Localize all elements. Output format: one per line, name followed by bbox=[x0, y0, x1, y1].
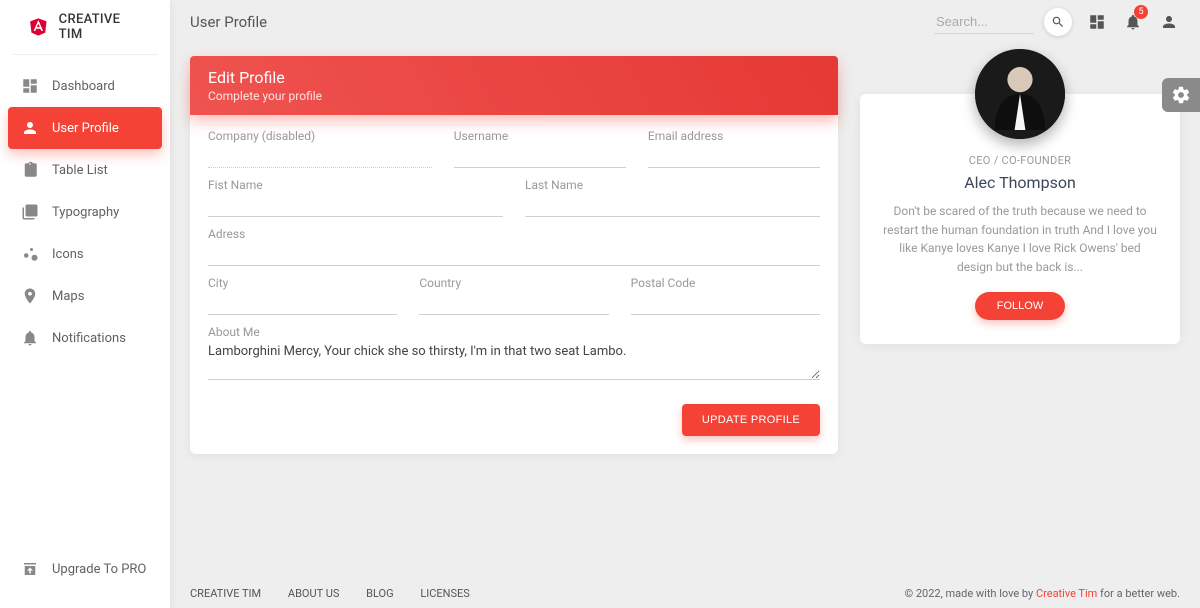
sidebar-item-icons[interactable]: Icons bbox=[8, 233, 162, 275]
sidebar-item-label: Table List bbox=[52, 163, 108, 178]
last-name-input[interactable] bbox=[525, 195, 820, 217]
username-input[interactable] bbox=[454, 146, 626, 168]
brand-name: CREATIVE TIM bbox=[59, 12, 142, 42]
profile-name: Alec Thompson bbox=[882, 173, 1158, 192]
sidebar-item-label: Notifications bbox=[52, 331, 126, 346]
footer-link[interactable]: CREATIVE TIM bbox=[190, 587, 261, 600]
search-button[interactable] bbox=[1044, 8, 1072, 36]
settings-gear[interactable] bbox=[1162, 78, 1200, 112]
footer-text: © 2022, made with love by bbox=[905, 587, 1036, 600]
notification-badge: 5 bbox=[1134, 5, 1148, 19]
sidebar-item-label: Upgrade To PRO bbox=[52, 562, 146, 577]
sidebar-item-user-profile[interactable]: User Profile bbox=[8, 107, 162, 149]
country-input[interactable] bbox=[419, 293, 608, 315]
footer-text: for a better web. bbox=[1097, 587, 1180, 600]
address-input[interactable] bbox=[208, 244, 820, 266]
address-field: Adress bbox=[208, 227, 820, 266]
field-label: Username bbox=[454, 129, 626, 146]
profile-card: CEO / CO-FOUNDER Alec Thompson Don't be … bbox=[860, 94, 1180, 344]
search bbox=[934, 10, 1034, 34]
about-input[interactable] bbox=[208, 342, 820, 380]
sidebar-item-typography[interactable]: Typography bbox=[8, 191, 162, 233]
field-label: About Me bbox=[208, 325, 820, 342]
card-title: Edit Profile bbox=[208, 68, 820, 87]
postal-field: Postal Code bbox=[631, 276, 820, 315]
account-button[interactable] bbox=[1158, 11, 1180, 33]
sidebar-item-notifications[interactable]: Notifications bbox=[8, 317, 162, 359]
main: User Profile 5 Edit Profile Complete you… bbox=[170, 0, 1200, 608]
field-label: Country bbox=[419, 276, 608, 293]
search-input[interactable] bbox=[934, 10, 1034, 33]
sidebar-item-label: Dashboard bbox=[52, 79, 115, 94]
person-icon bbox=[20, 118, 40, 138]
email-field: Email address bbox=[648, 129, 820, 168]
sidebar-item-upgrade[interactable]: Upgrade To PRO bbox=[8, 548, 162, 590]
field-label: Last Name bbox=[525, 178, 820, 195]
location-icon bbox=[20, 286, 40, 306]
topbar: User Profile 5 bbox=[170, 0, 1200, 44]
footer-link[interactable]: LICENSES bbox=[420, 587, 470, 600]
card-subtitle: Complete your profile bbox=[208, 89, 820, 103]
profile-description: Don't be scared of the truth because we … bbox=[882, 202, 1158, 276]
avatar-photo bbox=[975, 49, 1065, 139]
grid-icon bbox=[1088, 13, 1106, 31]
sidebar-nav: Dashboard User Profile Table List Typogr… bbox=[0, 65, 170, 538]
update-profile-button[interactable]: UPDATE PROFILE bbox=[682, 404, 820, 436]
field-label: City bbox=[208, 276, 397, 293]
field-label: Fist Name bbox=[208, 178, 503, 195]
sidebar-item-label: Maps bbox=[52, 289, 84, 304]
notifications-button[interactable]: 5 bbox=[1122, 11, 1144, 33]
sidebar-item-label: Typography bbox=[52, 205, 119, 220]
about-field: About Me bbox=[208, 325, 820, 384]
bubble-icon bbox=[20, 244, 40, 264]
sidebar: CREATIVE TIM Dashboard User Profile Tabl… bbox=[0, 0, 170, 608]
footer-links: CREATIVE TIM ABOUT US BLOG LICENSES bbox=[190, 587, 494, 600]
first-name-input[interactable] bbox=[208, 195, 503, 217]
postal-input[interactable] bbox=[631, 293, 820, 315]
footer-brand-link[interactable]: Creative Tim bbox=[1036, 587, 1097, 600]
card-body: Company (disabled) Username Email addres… bbox=[190, 115, 838, 454]
footer-link[interactable]: BLOG bbox=[366, 587, 394, 600]
field-label: Adress bbox=[208, 227, 820, 244]
follow-button[interactable]: FOLLOW bbox=[975, 292, 1065, 320]
last-name-field: Last Name bbox=[525, 178, 820, 217]
page-title: User Profile bbox=[190, 13, 934, 31]
angular-icon bbox=[28, 16, 49, 38]
dashboard-icon bbox=[20, 76, 40, 96]
profile-role: CEO / CO-FOUNDER bbox=[882, 154, 1158, 167]
footer-link[interactable]: ABOUT US bbox=[288, 587, 339, 600]
sidebar-item-label: User Profile bbox=[52, 121, 119, 136]
field-label: Postal Code bbox=[631, 276, 820, 293]
username-field: Username bbox=[454, 129, 626, 168]
person-icon bbox=[1160, 13, 1178, 31]
sidebar-item-maps[interactable]: Maps bbox=[8, 275, 162, 317]
company-input bbox=[208, 146, 432, 168]
brand-logo[interactable]: CREATIVE TIM bbox=[12, 0, 158, 55]
sidebar-item-dashboard[interactable]: Dashboard bbox=[8, 65, 162, 107]
city-field: City bbox=[208, 276, 397, 315]
sidebar-item-label: Icons bbox=[52, 247, 84, 262]
avatar bbox=[975, 49, 1065, 139]
bell-icon bbox=[20, 328, 40, 348]
country-field: Country bbox=[419, 276, 608, 315]
clipboard-icon bbox=[20, 160, 40, 180]
sidebar-item-table-list[interactable]: Table List bbox=[8, 149, 162, 191]
footer-copyright: © 2022, made with love by Creative Tim f… bbox=[905, 587, 1181, 600]
gear-icon bbox=[1171, 85, 1191, 105]
card-header: Edit Profile Complete your profile bbox=[190, 56, 838, 115]
email-input[interactable] bbox=[648, 146, 820, 168]
content: Edit Profile Complete your profile Compa… bbox=[170, 44, 1200, 578]
city-input[interactable] bbox=[208, 293, 397, 315]
edit-profile-card: Edit Profile Complete your profile Compa… bbox=[190, 74, 838, 454]
company-field: Company (disabled) bbox=[208, 129, 432, 168]
field-label: Email address bbox=[648, 129, 820, 146]
library-icon bbox=[20, 202, 40, 222]
first-name-field: Fist Name bbox=[208, 178, 503, 217]
field-label: Company (disabled) bbox=[208, 129, 432, 146]
dashboard-toggle[interactable] bbox=[1086, 11, 1108, 33]
unarchive-icon bbox=[20, 559, 40, 579]
footer: CREATIVE TIM ABOUT US BLOG LICENSES © 20… bbox=[170, 578, 1200, 608]
search-icon bbox=[1051, 15, 1065, 29]
